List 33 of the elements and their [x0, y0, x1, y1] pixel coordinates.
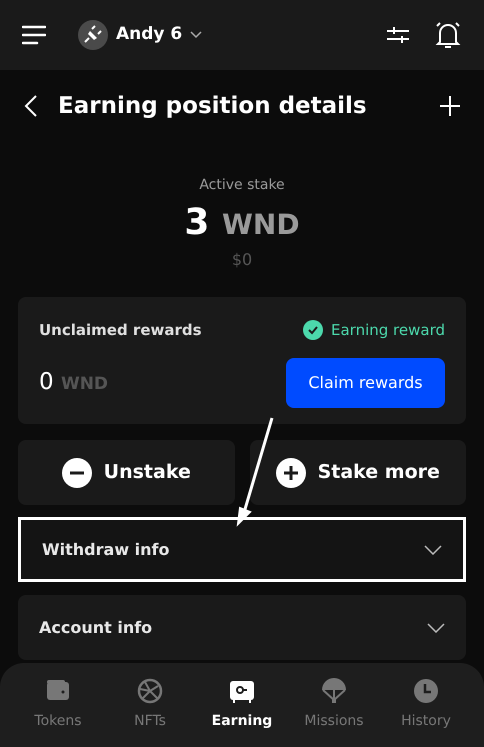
- back-icon[interactable]: [24, 95, 38, 117]
- nav-tab[interactable]: Tokens: [12, 677, 104, 747]
- accordion-header[interactable]: Account info: [18, 595, 466, 660]
- nav-tab[interactable]: History: [380, 677, 472, 747]
- unstake-button[interactable]: Unstake: [18, 440, 234, 505]
- plug-icon: [78, 20, 108, 50]
- minus-circle-icon: [62, 458, 92, 488]
- bell-icon[interactable]: [434, 20, 462, 50]
- stake-more-button[interactable]: Stake more: [250, 440, 466, 505]
- chevron-down-icon: [190, 31, 202, 39]
- clock-icon: [412, 677, 440, 705]
- chevron-down-icon: [427, 622, 445, 632]
- highlighted-accordion-header[interactable]: Withdraw info: [18, 517, 466, 582]
- nav-tab[interactable]: Earning: [196, 677, 288, 747]
- nav-tab[interactable]: Missions: [288, 677, 380, 747]
- stake-amount: 3 WND: [184, 202, 300, 245]
- aperture-icon: [136, 677, 164, 705]
- earning-status: Earning reward: [331, 320, 445, 341]
- active-stake-label: Active stake: [199, 176, 285, 195]
- plus-circle-icon: [276, 458, 306, 488]
- chevron-down-icon: [424, 544, 442, 554]
- add-icon[interactable]: [440, 96, 460, 116]
- settings-sliders-icon[interactable]: [386, 25, 410, 45]
- stake-value: $0: [232, 249, 252, 271]
- rewards-label: Unclaimed rewards: [39, 320, 202, 341]
- menu-icon[interactable]: [22, 25, 46, 45]
- claim-rewards-button[interactable]: Claim rewards: [286, 358, 445, 408]
- rewards-amount: 0 WND: [39, 368, 108, 398]
- nav-tab[interactable]: NFTs: [104, 677, 196, 747]
- page-title: Earning position details: [58, 92, 367, 121]
- check-circle-icon: [303, 320, 323, 340]
- parachute-icon: [320, 677, 348, 705]
- account-selector[interactable]: Andy 6: [78, 20, 202, 50]
